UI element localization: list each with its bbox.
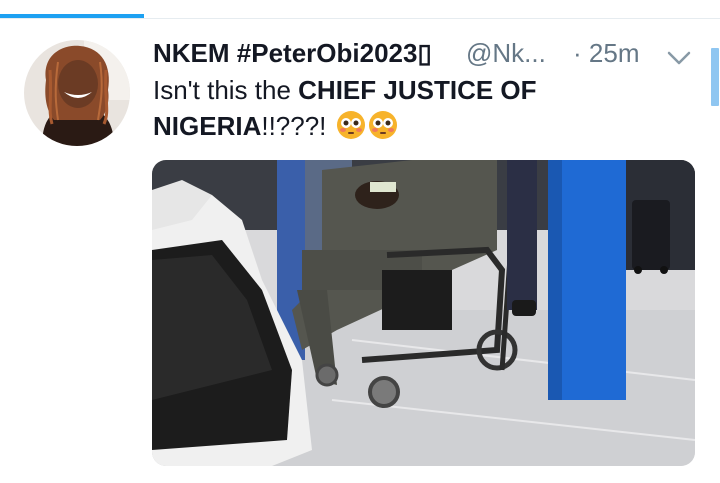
separator-dot: · [573,38,582,68]
photo-icon [152,160,695,466]
display-name[interactable]: NKEM #PeterObi2023▯ [153,35,432,71]
scrollbar-thumb[interactable] [711,48,719,106]
top-divider [0,18,720,19]
tweet-text-line-1: Isn't this the CHIEF JUSTICE OF [153,72,693,108]
tweet-text-bold-1: CHIEF JUSTICE OF [298,75,537,105]
tweet-screen: NKEM #PeterObi2023▯ @Nk... · 25m Isn't t… [0,0,720,483]
flushed-face-icon [368,110,398,140]
flushed-face-icon [336,110,366,140]
tweet-media-photo[interactable] [152,160,695,466]
timestamp[interactable]: · 25m [573,35,639,71]
timestamp-value: 25m [588,38,640,68]
chevron-down-icon[interactable] [666,41,692,65]
tweet-text-line-2: NIGERIA!!???! [153,108,693,144]
tweet-text-suffix: !!???! [261,111,334,141]
avatar[interactable] [24,40,130,146]
user-handle[interactable]: @Nk... [466,35,546,71]
tweet-header: NKEM #PeterObi2023▯ @Nk... · 25m [153,35,698,71]
profile-photo-icon [24,40,130,146]
tweet-text-prefix: Isn't this the [153,75,299,105]
tweet-text-bold-2: NIGERIA [153,111,262,141]
tweet-text: Isn't this the CHIEF JUSTICE OF NIGERIA!… [153,72,693,144]
